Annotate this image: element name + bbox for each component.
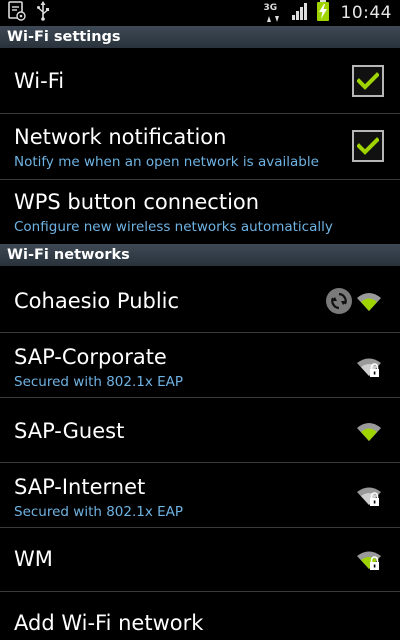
network-notification-checkbox[interactable] [352,130,384,162]
screen: 3G 10:44 Wi-Fi settings Wi-Fi Network no… [0,0,400,640]
wifi-signal-secured-icon [357,358,381,377]
network-name: Cohaesio Public [14,289,180,313]
battery-charging-icon [316,0,330,26]
network-notification-title: Network notification [14,125,227,149]
wifi-title: Wi-Fi [14,69,65,93]
network-item-wm[interactable]: WM [0,528,400,592]
network-notification-subtitle: Notify me when an open network is availa… [14,154,319,171]
network-security: Secured with 802.1x EAP [14,504,184,521]
network-name: SAP-Guest [14,419,125,443]
add-wifi-network-row[interactable]: Add Wi-Fi network [0,592,400,640]
wps-button-connection-row[interactable]: WPS button connection Configure new wire… [0,180,400,244]
network-notification-row[interactable]: Network notification Notify me when an o… [0,114,400,180]
wifi-signal-open-icon [357,423,381,441]
network-name: SAP-Corporate [14,345,167,369]
network-name: WM [14,547,53,571]
wifi-signal-secured-icon [357,551,381,570]
wifi-signal-secured-icon [357,487,381,506]
usb-icon [36,1,50,25]
network-name: SAP-Internet [14,475,146,499]
settings-notification-icon [8,1,26,25]
signal-bars-icon [291,1,309,25]
wps-connecting-icon [326,288,352,314]
wps-title: WPS button connection [14,190,260,214]
section-header-wifi-networks: Wi-Fi networks [0,244,400,266]
clock: 10:44 [340,3,392,23]
network-item-cohaesio-public[interactable]: Cohaesio Public [0,266,400,333]
add-wifi-network-title: Add Wi-Fi network [14,611,204,635]
checkmark-icon [357,72,379,90]
checkmark-icon [357,137,379,155]
wifi-checkbox[interactable] [352,65,384,97]
section-header-wifi-settings: Wi-Fi settings [0,26,400,48]
data-3g-icon: 3G [264,3,284,23]
status-bar: 3G 10:44 [0,0,400,26]
network-security: Secured with 802.1x EAP [14,374,184,391]
wps-subtitle: Configure new wireless networks automati… [14,219,333,236]
network-item-sap-guest[interactable]: SAP-Guest [0,398,400,463]
wifi-toggle-row[interactable]: Wi-Fi [0,48,400,114]
network-item-sap-corporate[interactable]: SAP-Corporate Secured with 802.1x EAP [0,333,400,398]
network-item-sap-internet[interactable]: SAP-Internet Secured with 802.1x EAP [0,463,400,528]
wifi-signal-open-icon [357,293,381,311]
